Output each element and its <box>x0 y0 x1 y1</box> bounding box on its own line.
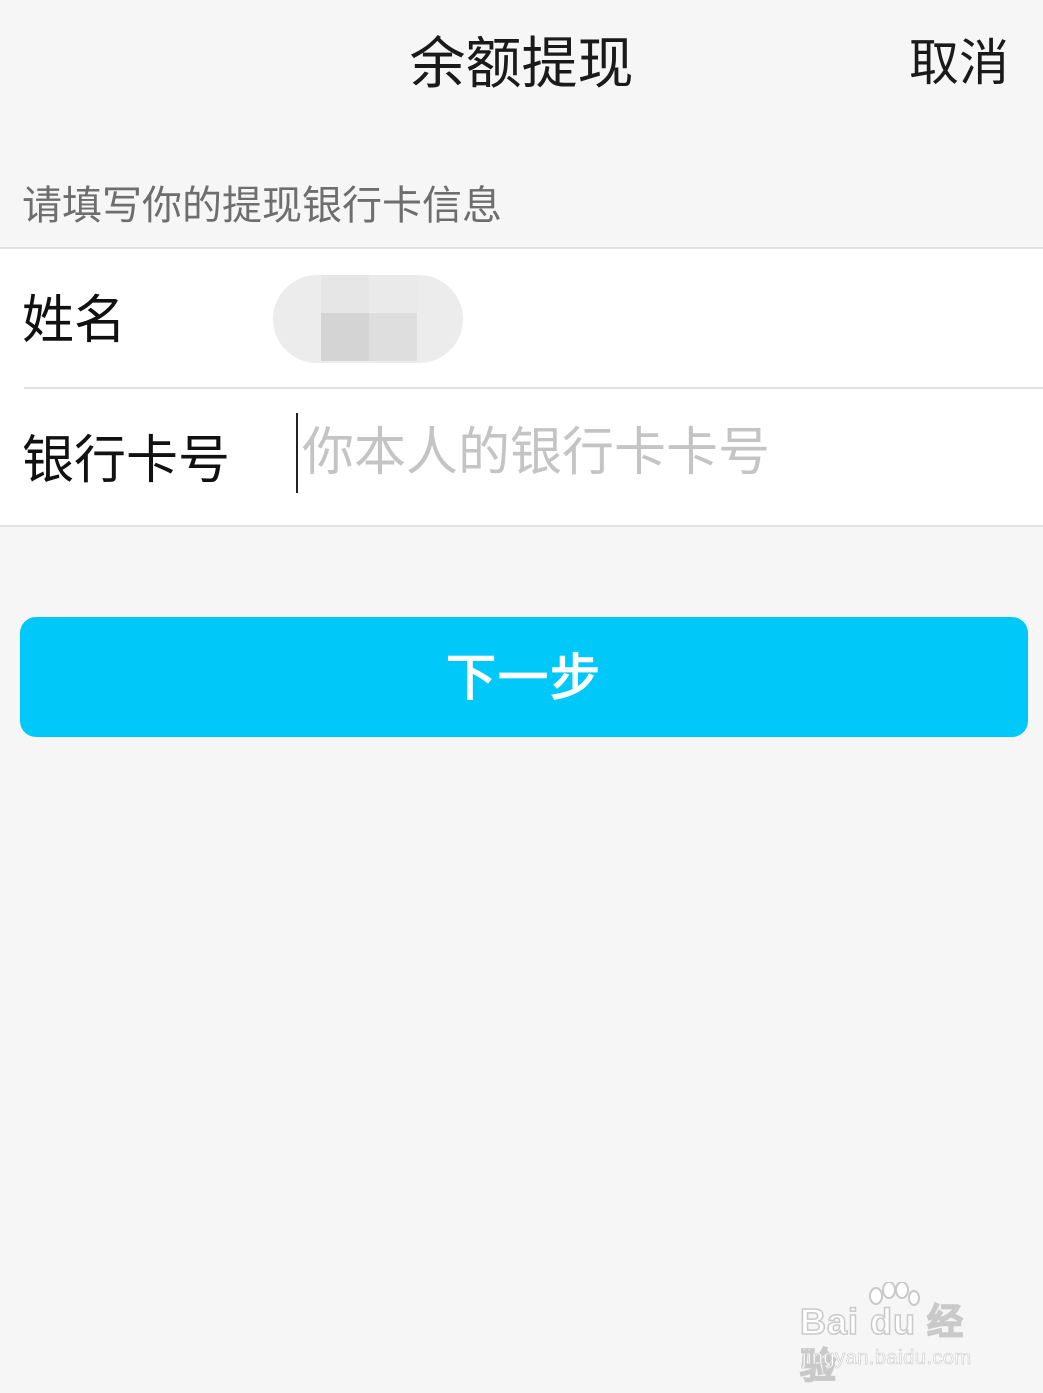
name-row: 姓名 <box>0 249 1043 389</box>
card-number-input[interactable] <box>296 413 1002 493</box>
next-step-button[interactable]: 下一步 <box>20 617 1028 737</box>
name-value-blurred <box>273 275 463 363</box>
cancel-button[interactable]: 取消 <box>909 30 1009 96</box>
card-number-label: 银行卡号 <box>22 431 231 491</box>
page-title: 余额提现 <box>409 32 634 97</box>
navigation-bar: 余额提现 取消 <box>0 0 1043 130</box>
bank-card-form: 姓名 银行卡号 <box>0 247 1043 527</box>
section-hint: 请填写你的提现银行卡信息 <box>22 183 502 229</box>
card-number-row: 银行卡号 <box>0 389 1043 527</box>
baidu-jingyan-watermark: Bai du 经验 jingyan.baidu.com <box>799 1282 1000 1387</box>
watermark-logo-text: Bai du 经验 <box>799 1300 965 1387</box>
watermark-url: jingyan.baidu.com <box>802 1347 972 1370</box>
name-label: 姓名 <box>22 291 127 351</box>
